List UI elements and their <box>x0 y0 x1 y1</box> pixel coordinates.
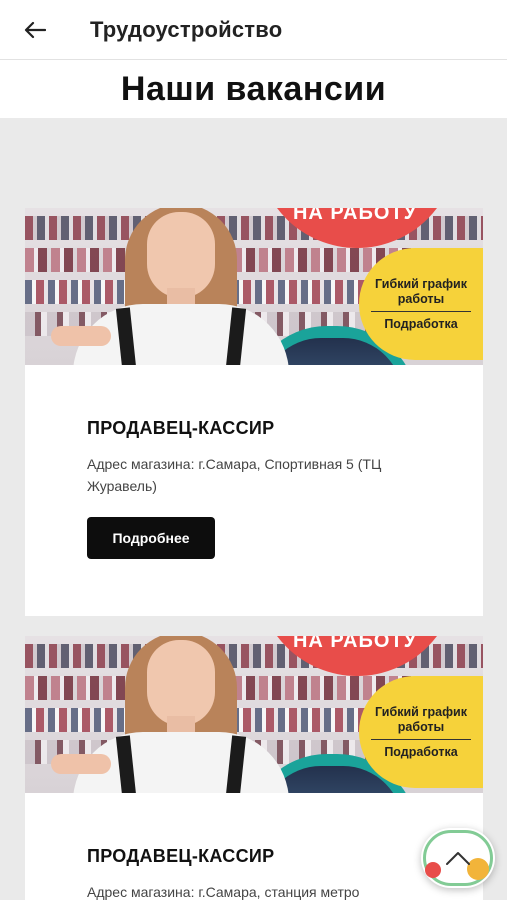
banner-red-text: НА РАБОТУ <box>292 636 418 652</box>
vacancy-title: ПРОДАВЕЦ-КАССИР <box>87 418 275 438</box>
divider <box>371 311 471 312</box>
scroll-to-top-button[interactable] <box>421 828 495 888</box>
vacancy-address: Адрес магазина: г.Самара, Спортивная 5 (… <box>87 456 382 494</box>
vacancy-banner-image: НА РАБОТУ Гибкий график работы Подработк… <box>25 208 483 365</box>
back-button[interactable] <box>0 0 70 60</box>
app-bar-title: Трудоустройство <box>90 16 283 42</box>
details-button[interactable]: Подробнее <box>87 517 215 559</box>
logo-dot <box>425 862 441 878</box>
divider <box>371 739 471 740</box>
vacancy-card-body: ПРОДАВЕЦ-КАССИР Адрес магазина: г.Самара… <box>25 418 483 559</box>
vacancy-banner-image: НА РАБОТУ Гибкий график работы Подработк… <box>25 636 483 793</box>
chevron-up-icon <box>446 852 470 865</box>
banner-schedule-text: Гибкий график работы <box>375 705 467 734</box>
banner-schedule-text: Гибкий график работы <box>375 277 467 306</box>
banner-person-photo <box>51 208 289 365</box>
top-app-bar: Трудоустройство <box>0 0 507 60</box>
banner-person-photo <box>51 636 289 793</box>
page-heading: Наши вакансии <box>0 60 507 118</box>
banner-parttime-text: Подработка <box>384 317 458 331</box>
arrow-left-icon <box>24 21 46 38</box>
vacancy-card: НА РАБОТУ Гибкий график работы Подработк… <box>25 208 483 616</box>
banner-yellow-badge: Гибкий график работы Подработка <box>359 676 483 788</box>
vacancy-address: Адрес магазина: г.Самара, станция метро <box>87 884 360 900</box>
page-title: Наши вакансии <box>120 69 387 108</box>
banner-yellow-badge: Гибкий график работы Подработка <box>359 248 483 360</box>
vacancy-card: НА РАБОТУ Гибкий график работы Подработк… <box>25 636 483 900</box>
vacancy-card-body: ПРОДАВЕЦ-КАССИР Адрес магазина: г.Самара… <box>25 846 483 900</box>
banner-red-text: НА РАБОТУ <box>292 208 418 224</box>
banner-parttime-text: Подработка <box>384 745 458 759</box>
